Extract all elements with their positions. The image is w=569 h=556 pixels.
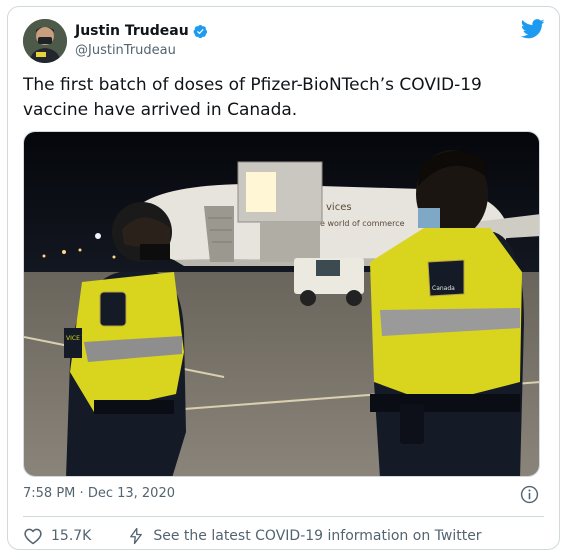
lightning-icon — [130, 527, 143, 545]
vest-badge-text: Canada — [432, 285, 455, 292]
tweet-text: The first batch of doses of Pfizer-BioNT… — [23, 75, 482, 120]
tweet-time[interactable]: 7:58 PM — [23, 486, 75, 501]
tweet-card[interactable]: Justin Trudeau @JustinTrudeau The first … — [7, 6, 560, 550]
verified-badge-icon — [193, 24, 207, 38]
tweet-meta: 7:58 PM · Dec 13, 2020 — [23, 486, 175, 501]
avatar[interactable] — [23, 19, 67, 63]
heart-icon — [24, 528, 42, 545]
info-icon[interactable] — [520, 485, 539, 504]
like-button[interactable]: 15.7K — [23, 526, 91, 546]
tweet-actions: 15.7K See the latest COVID-19 informatio… — [23, 526, 482, 546]
tweet-date[interactable]: Dec 13, 2020 — [88, 486, 175, 501]
plane-livery-text-1: vices — [326, 202, 352, 213]
meta-separator: · — [79, 486, 84, 501]
divider — [23, 516, 544, 517]
covid-info-link[interactable]: See the latest COVID-19 information on T… — [127, 526, 482, 546]
tweet-photo[interactable]: vices e world of commerce VICE TAURIN Ca… — [23, 131, 540, 477]
like-count: 15.7K — [51, 528, 92, 544]
author-display-name[interactable]: Justin Trudeau — [75, 23, 189, 39]
twitter-bird-icon[interactable] — [521, 19, 545, 39]
author-handle[interactable]: @JustinTrudeau — [75, 43, 176, 58]
plane-livery-text-2: e world of commerce — [320, 219, 405, 228]
covid-info-label[interactable]: See the latest COVID-19 information on T… — [153, 528, 481, 544]
vest-side-text: VICE TAURIN — [66, 335, 104, 342]
